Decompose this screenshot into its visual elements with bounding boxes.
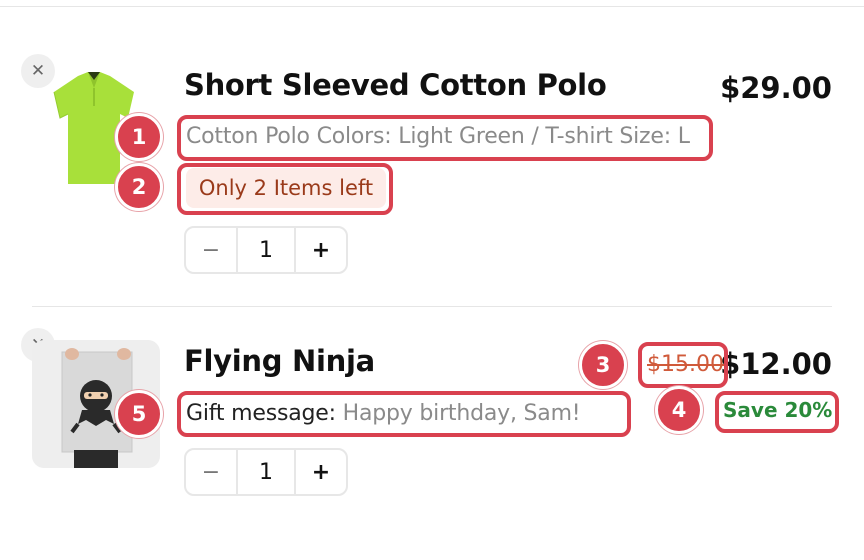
- quantity-value[interactable]: 1: [238, 228, 296, 272]
- highlight-discount: [715, 391, 839, 433]
- highlight-variant: [177, 115, 713, 161]
- close-icon: ✕: [30, 61, 46, 81]
- annotation-badge-1: 1: [115, 113, 163, 161]
- highlight-old-price: [638, 342, 728, 388]
- item-divider: [32, 306, 832, 307]
- increase-quantity-button[interactable]: +: [296, 228, 346, 272]
- highlight-gift-message: [177, 391, 631, 437]
- top-divider: [0, 6, 864, 7]
- annotation-badge-5: 5: [115, 390, 163, 438]
- increase-quantity-button[interactable]: +: [296, 450, 346, 494]
- product-title[interactable]: Short Sleeved Cotton Polo: [184, 68, 607, 102]
- annotation-badge-3: 3: [579, 341, 627, 389]
- decrease-quantity-button[interactable]: −: [186, 228, 238, 272]
- highlight-stock: [177, 163, 393, 215]
- annotation-badge-4: 4: [655, 386, 703, 434]
- quantity-value[interactable]: 1: [238, 450, 296, 494]
- product-price: $29.00: [720, 71, 832, 105]
- decrease-quantity-button[interactable]: −: [186, 450, 238, 494]
- cart-page: ✕ Short Sleeved Cotton Polo $29.00 Cotto…: [0, 0, 864, 560]
- quantity-stepper: − 1 +: [184, 226, 348, 274]
- annotation-badge-2: 2: [115, 163, 163, 211]
- product-title[interactable]: Flying Ninja: [184, 344, 375, 378]
- product-price: $12.00: [720, 347, 832, 381]
- quantity-stepper: − 1 +: [184, 448, 348, 496]
